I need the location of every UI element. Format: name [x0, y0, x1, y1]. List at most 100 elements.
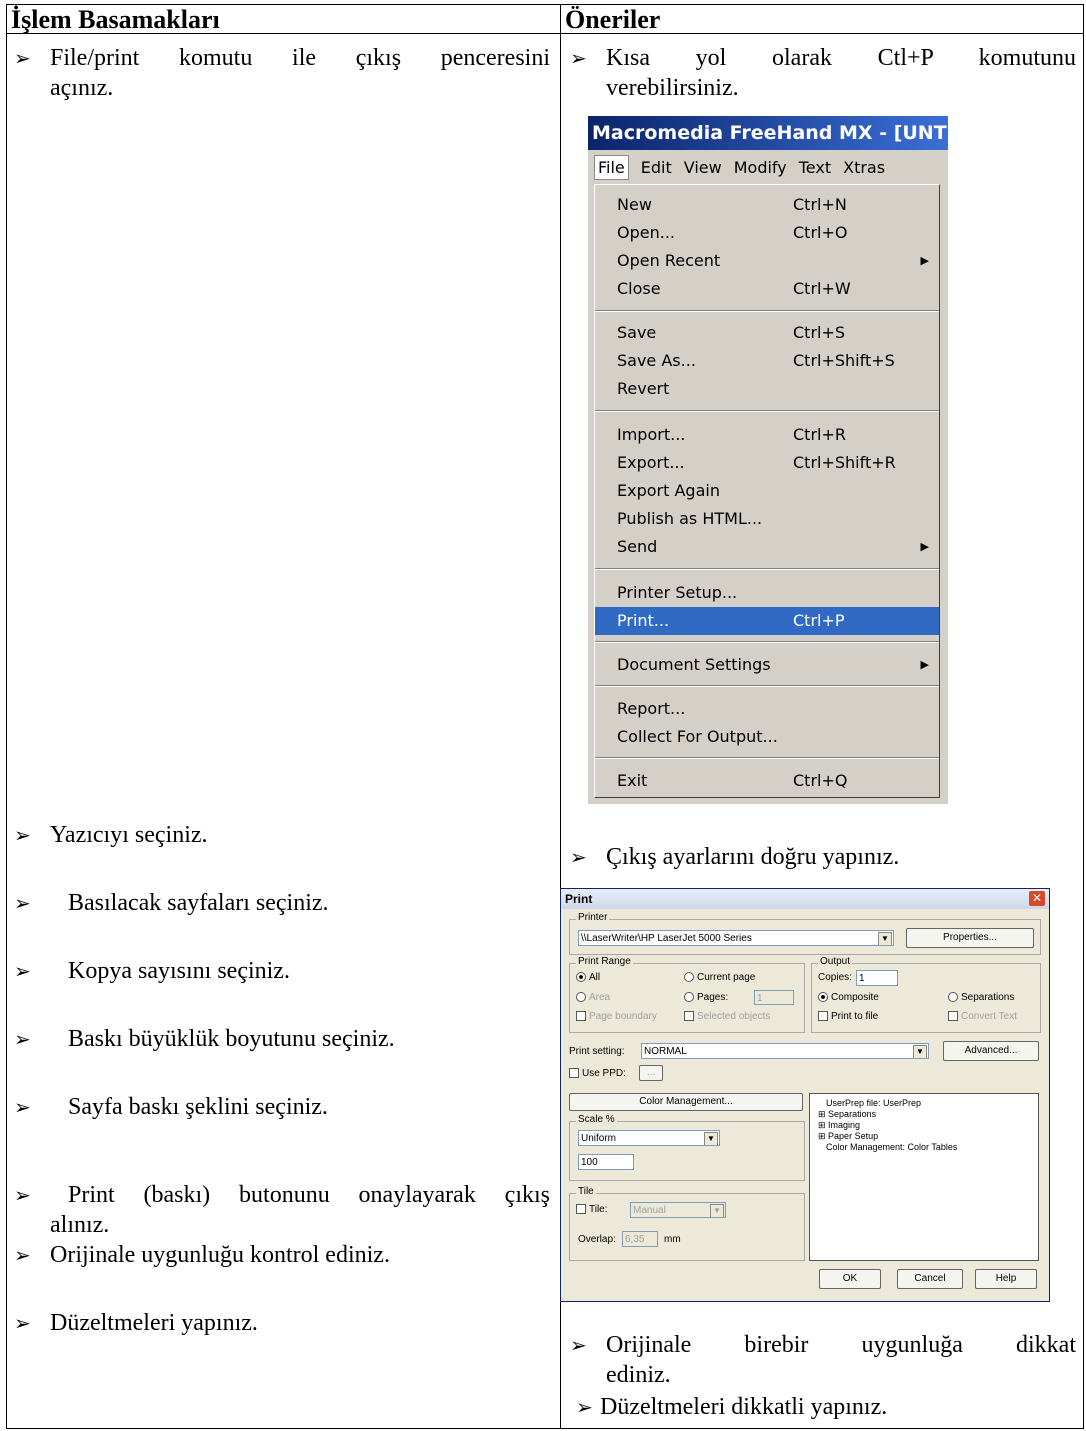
- scale-mode-select[interactable]: Uniform ▼: [578, 1130, 720, 1146]
- advanced-button[interactable]: Advanced...: [943, 1041, 1039, 1061]
- menu-item-printer-setup[interactable]: Printer Setup...: [595, 579, 939, 607]
- help-button[interactable]: Help: [975, 1269, 1037, 1289]
- step-text: File/print komutu ile çıkış penceresini: [50, 45, 550, 71]
- print-to-file-checkbox[interactable]: Print to file: [818, 1011, 878, 1022]
- menu-separator: [595, 410, 939, 412]
- tile-mode-select[interactable]: Manual ▼: [630, 1202, 726, 1218]
- ppd-browse-button[interactable]: ...: [639, 1065, 663, 1081]
- print-setting-label: Print setting:: [569, 1046, 625, 1057]
- file-menu-dropdown: New Ctrl+N Open... Ctrl+O Open Recent ▶ Clo…: [594, 184, 940, 798]
- range-all-radio[interactable]: All: [576, 972, 600, 983]
- tile-group-label: Tile: [576, 1186, 596, 1197]
- range-current-radio[interactable]: Current page: [684, 972, 755, 983]
- freehand-file-menu-screenshot: Macromedia FreeHand MX - [UNTI File Edit…: [588, 116, 948, 804]
- menu-item-label: Import...: [617, 425, 686, 444]
- menu-item-open-recent[interactable]: Open Recent ▶: [595, 247, 939, 275]
- step-text: Orijinale uygunluğu kontrol ediniz.: [50, 1242, 390, 1268]
- menu-file[interactable]: File: [594, 154, 629, 180]
- menu-item-publish-html[interactable]: Publish as HTML...: [595, 505, 939, 533]
- tree-item[interactable]: ⊞ Paper Setup: [810, 1131, 1038, 1142]
- menu-item-shortcut: Ctrl+W: [793, 279, 851, 298]
- menu-modify[interactable]: Modify: [734, 158, 787, 177]
- separations-radio[interactable]: Separations: [948, 992, 1014, 1003]
- menu-item-label: Open...: [617, 223, 675, 242]
- note-text: verebilirsiniz.: [606, 75, 739, 101]
- note-text: ediniz.: [606, 1362, 671, 1388]
- close-icon[interactable]: ✕: [1029, 891, 1045, 906]
- menubar: File Edit View Modify Text Xtras: [588, 150, 948, 184]
- tile-group: Tile Tile: Manual ▼ Overlap: 6,35 mm: [569, 1186, 805, 1261]
- composite-radio[interactable]: Composite: [818, 992, 879, 1003]
- use-ppd-checkbox[interactable]: Use PPD:: [569, 1068, 626, 1079]
- pages-field[interactable]: 1: [754, 990, 794, 1005]
- tree-item[interactable]: ⊞ Imaging: [810, 1120, 1038, 1131]
- bullet-arrow-icon: ➢: [14, 1027, 31, 1051]
- printer-select[interactable]: \\LaserWriter\HP LaserJet 5000 Series ▼: [578, 930, 894, 946]
- selected-objects-checkbox[interactable]: Selected objects: [684, 1011, 770, 1022]
- printer-group-label: Printer: [576, 912, 610, 923]
- print-setting-value: NORMAL: [644, 1046, 687, 1057]
- properties-button[interactable]: Properties...: [906, 928, 1034, 948]
- step-4: ➢ Kopya sayısını seçiniz.: [14, 956, 550, 986]
- checkbox-label: Page boundary: [589, 1011, 657, 1022]
- scale-mode-value: Uniform: [581, 1133, 617, 1144]
- chevron-down-icon: ▼: [913, 1045, 927, 1058]
- menu-view[interactable]: View: [684, 158, 722, 177]
- cancel-button[interactable]: Cancel: [897, 1269, 963, 1289]
- dialog-title: Print: [561, 889, 1049, 909]
- menu-item-new[interactable]: New Ctrl+N: [595, 191, 939, 219]
- checkbox-icon: [684, 1011, 694, 1022]
- menu-item-print[interactable]: Print... Ctrl+P: [595, 607, 939, 635]
- menu-item-send[interactable]: Send ▶: [595, 533, 939, 561]
- scale-value-field[interactable]: 100: [578, 1154, 634, 1170]
- bullet-arrow-icon: ➢: [14, 823, 31, 847]
- menu-edit[interactable]: Edit: [641, 158, 672, 177]
- range-area-radio[interactable]: Area: [576, 992, 610, 1003]
- radio-label: Current page: [697, 972, 756, 983]
- page-boundary-checkbox[interactable]: Page boundary: [576, 1011, 657, 1022]
- menu-item-label: Collect For Output...: [617, 727, 778, 746]
- menu-item-open[interactable]: Open... Ctrl+O: [595, 219, 939, 247]
- menu-text[interactable]: Text: [799, 158, 831, 177]
- menu-item-label: Save As...: [617, 351, 696, 370]
- tree-item[interactable]: UserPrep file: UserPrep: [810, 1094, 1038, 1109]
- tree-item[interactable]: Color Management: Color Tables: [810, 1142, 1038, 1153]
- overlap-field[interactable]: 6,35: [622, 1231, 658, 1247]
- radio-label: Composite: [831, 992, 879, 1003]
- menu-item-report[interactable]: Report...: [595, 695, 939, 723]
- radio-icon: [576, 972, 586, 983]
- print-setting-select[interactable]: NORMAL ▼: [641, 1043, 929, 1059]
- ok-button[interactable]: OK: [819, 1269, 881, 1289]
- header-steps: İşlem Basamakları: [7, 5, 560, 34]
- menu-item-exit[interactable]: Exit Ctrl+Q: [595, 767, 939, 795]
- printer-group: Printer \\LaserWriter\HP LaserJet 5000 S…: [569, 912, 1041, 955]
- menu-item-export[interactable]: Export... Ctrl+Shift+R: [595, 449, 939, 477]
- menu-item-save-as[interactable]: Save As... Ctrl+Shift+S: [595, 347, 939, 375]
- tree-item[interactable]: ⊞ Separations: [810, 1109, 1038, 1120]
- menu-item-revert[interactable]: Revert: [595, 375, 939, 403]
- submenu-arrow-icon: ▶: [920, 540, 929, 553]
- menu-item-close[interactable]: Close Ctrl+W: [595, 275, 939, 303]
- radio-icon: [684, 992, 694, 1003]
- menu-item-document-settings[interactable]: Document Settings ▶: [595, 651, 939, 679]
- menu-xtras[interactable]: Xtras: [843, 158, 885, 177]
- radio-label: Separations: [961, 992, 1015, 1003]
- tile-checkbox[interactable]: Tile:: [576, 1204, 608, 1215]
- radio-icon: [576, 992, 586, 1003]
- bullet-arrow-icon: ➢: [570, 1333, 587, 1357]
- convert-text-checkbox[interactable]: Convert Text: [948, 1011, 1017, 1022]
- menu-item-save[interactable]: Save Ctrl+S: [595, 319, 939, 347]
- radio-label: Pages:: [697, 992, 729, 1003]
- copies-field[interactable]: 1: [856, 970, 898, 986]
- settings-tree[interactable]: UserPrep file: UserPrep ⊞ Separations ⊞ …: [809, 1093, 1039, 1261]
- color-management-button[interactable]: Color Management...: [569, 1093, 803, 1111]
- menu-item-import[interactable]: Import... Ctrl+R: [595, 421, 939, 449]
- overlap-label: Overlap:: [578, 1234, 616, 1245]
- header-suggestions: Öneriler: [561, 5, 1083, 34]
- menu-item-collect-output[interactable]: Collect For Output...: [595, 723, 939, 751]
- menu-item-shortcut: Ctrl+N: [793, 195, 847, 214]
- step-5: ➢ Baskı büyüklük boyutunu seçiniz.: [14, 1024, 550, 1054]
- checkbox-icon: [576, 1011, 586, 1022]
- menu-item-export-again[interactable]: Export Again: [595, 477, 939, 505]
- range-pages-radio[interactable]: Pages:: [684, 992, 728, 1003]
